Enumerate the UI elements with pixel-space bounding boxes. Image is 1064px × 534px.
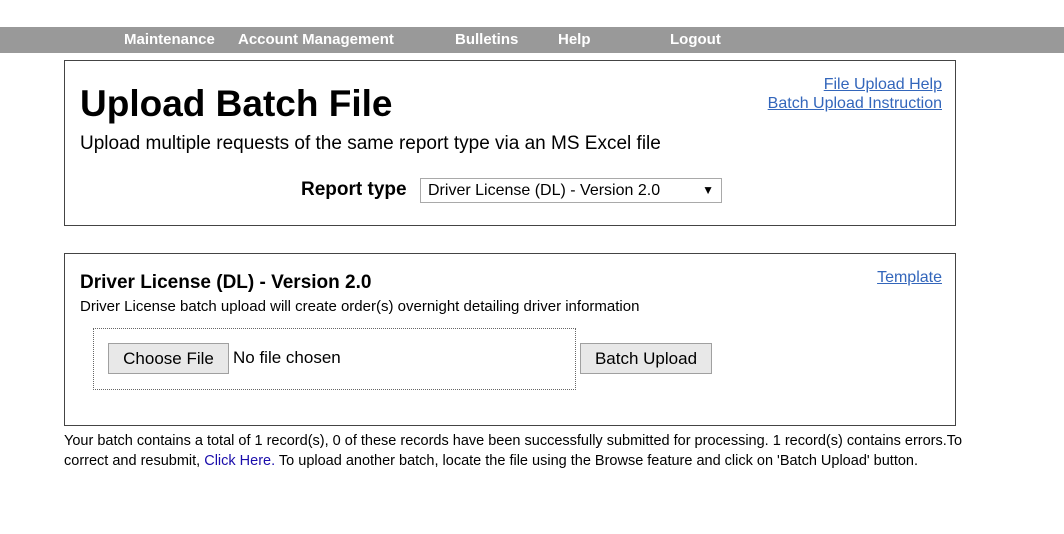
nav-bulletins[interactable]: Bulletins xyxy=(455,27,518,53)
batch-upload-button[interactable]: Batch Upload xyxy=(580,343,712,374)
page-subtitle: Upload multiple requests of the same rep… xyxy=(80,133,661,154)
batch-upload-panel: Driver License (DL) - Version 2.0 Templa… xyxy=(64,253,956,426)
chevron-down-icon: ▼ xyxy=(702,183,714,197)
section-description: Driver License batch upload will create … xyxy=(80,298,640,315)
upload-header-panel: Upload Batch File File Upload Help Batch… xyxy=(64,60,956,226)
report-type-label: Report type xyxy=(301,179,407,200)
choose-file-button[interactable]: Choose File xyxy=(108,343,229,374)
batch-result-message: Your batch contains a total of 1 record(… xyxy=(64,432,964,471)
batch-upload-instruction-link[interactable]: Batch Upload Instruction xyxy=(768,95,942,113)
nav-help[interactable]: Help xyxy=(558,27,591,53)
top-nav-bar: Maintenance Account Management Bulletins… xyxy=(0,27,1064,53)
template-link[interactable]: Template xyxy=(877,269,942,287)
message-text-part2: To upload another batch, locate the file… xyxy=(275,452,919,469)
file-status-text: No file chosen xyxy=(233,348,341,367)
nav-logout[interactable]: Logout xyxy=(670,27,721,53)
section-title: Driver License (DL) - Version 2.0 xyxy=(80,272,372,293)
click-here-link[interactable]: Click Here. xyxy=(204,453,275,469)
report-type-selected-value: Driver License (DL) - Version 2.0 xyxy=(428,182,661,199)
file-input-area: Choose File No file chosen xyxy=(93,328,576,390)
nav-maintenance[interactable]: Maintenance xyxy=(124,27,215,53)
nav-account-management[interactable]: Account Management xyxy=(238,27,394,53)
page-title: Upload Batch File xyxy=(80,83,393,124)
file-upload-help-link[interactable]: File Upload Help xyxy=(824,76,942,94)
report-type-select[interactable]: Driver License (DL) - Version 2.0 ▼ xyxy=(420,178,722,203)
